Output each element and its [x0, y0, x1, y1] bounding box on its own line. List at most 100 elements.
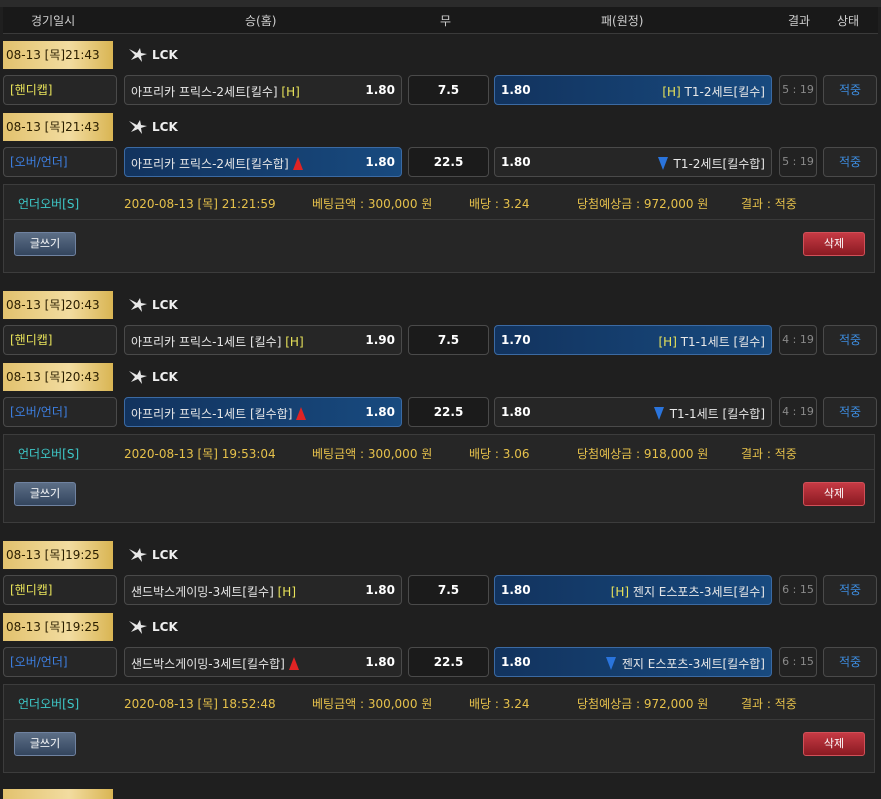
bet-summary: 언더오버[S] 2020-08-13 [목] 19:53:04 베팅금액 : 3… — [3, 434, 875, 523]
write-button[interactable]: 글쓰기 — [14, 482, 76, 506]
arrow-up-icon — [288, 657, 299, 670]
league-name: LCK — [152, 48, 178, 62]
bet-datetime: 2020-08-13 [목] 19:53:04 — [124, 447, 276, 461]
next-date-tag-partial — [3, 789, 113, 799]
league-name: LCK — [152, 370, 178, 384]
league-label: LCK — [128, 613, 178, 641]
league-name: LCK — [152, 298, 178, 312]
home-odds: 1.80 — [365, 655, 395, 669]
league-label: LCK — [128, 541, 178, 569]
bet-datetime: 2020-08-13 [목] 21:21:59 — [124, 197, 276, 211]
bet-amount: 베팅금액 : 300,000 원 — [312, 447, 433, 461]
away-odds: 1.80 — [501, 655, 531, 669]
delete-button[interactable]: 삭제 — [803, 232, 865, 256]
away-odds: 1.80 — [501, 583, 531, 597]
status-badge: 적중 — [823, 647, 877, 677]
away-pick[interactable]: 1.80 젠지 E스포츠-3세트[킬수합] — [494, 647, 772, 677]
home-pick[interactable]: 샌드박스게이밍-3세트[킬수합] 1.80 — [124, 647, 402, 677]
away-team-name: 젠지 E스포츠-3세트[킬수합] — [621, 657, 765, 671]
league-name: LCK — [152, 620, 178, 634]
draw-line[interactable]: 22.5 — [408, 397, 489, 427]
delete-button[interactable]: 삭제 — [803, 482, 865, 506]
status-badge: 적중 — [823, 147, 877, 177]
draw-line[interactable]: 7.5 — [408, 325, 489, 355]
draw-line[interactable]: 7.5 — [408, 575, 489, 605]
league-name: LCK — [152, 120, 178, 134]
arrow-down-icon — [653, 407, 664, 420]
home-odds: 1.80 — [365, 155, 395, 169]
score: 6 : 15 — [779, 647, 817, 677]
score: 5 : 19 — [779, 75, 817, 105]
arrow-down-icon — [605, 657, 616, 670]
delete-button[interactable]: 삭제 — [803, 732, 865, 756]
divider — [4, 469, 874, 470]
away-pick[interactable]: 1.80 T1-2세트[킬수합] — [494, 147, 772, 177]
home-odds: 1.80 — [365, 405, 395, 419]
match-date-tag: 08-13 [목]21:43 — [3, 41, 113, 69]
league-label: LCK — [128, 41, 178, 69]
bet-odds: 배당 : 3.24 — [469, 197, 530, 211]
bet-type-overunder: [오버/언더] — [3, 647, 117, 677]
draw-line[interactable]: 22.5 — [408, 647, 489, 677]
away-pick[interactable]: 1.80 T1-1세트 [킬수합] — [494, 397, 772, 427]
write-button[interactable]: 글쓰기 — [14, 232, 76, 256]
header-status: 상태 — [837, 14, 860, 28]
arrow-down-icon — [657, 157, 668, 170]
away-pick[interactable]: 1.80 [H] T1-2세트[킬수] — [494, 75, 772, 105]
league-label: LCK — [128, 291, 178, 319]
match-date-tag: 08-13 [목]20:43 — [3, 291, 113, 319]
score: 6 : 15 — [779, 575, 817, 605]
away-odds: 1.80 — [501, 405, 531, 419]
away-odds: 1.80 — [501, 155, 531, 169]
home-pick[interactable]: 아프리카 프릭스-2세트[킬수합] 1.80 — [124, 147, 402, 177]
home-odds: 1.80 — [365, 83, 395, 97]
table-header: 경기일시 승(홈) 무 패(원정) 결과 상태 — [3, 7, 878, 34]
header-away: 패(원정) — [601, 14, 644, 28]
bet-amount: 베팅금액 : 300,000 원 — [312, 197, 433, 211]
away-pick[interactable]: 1.70 [H] T1-1세트 [킬수] — [494, 325, 772, 355]
draw-line[interactable]: 22.5 — [408, 147, 489, 177]
header-home: 승(홈) — [245, 14, 277, 28]
expected-win: 당첨예상금 : 972,000 원 — [577, 197, 709, 211]
status-badge: 적중 — [823, 325, 877, 355]
expected-win: 당첨예상금 : 918,000 원 — [577, 447, 709, 461]
bet-kind: 언더오버[S] — [18, 697, 80, 711]
away-odds: 1.70 — [501, 333, 531, 347]
home-team-name: 샌드박스게이밍-3세트[킬수] — [131, 585, 274, 599]
away-pick[interactable]: 1.80 [H] 젠지 E스포츠-3세트[킬수] — [494, 575, 772, 605]
away-marker: [H] — [662, 85, 681, 99]
lol-logo-icon — [129, 620, 147, 634]
lol-logo-icon — [129, 120, 147, 134]
away-team-name: T1-1세트 [킬수] — [680, 335, 765, 349]
draw-line[interactable]: 7.5 — [408, 75, 489, 105]
home-pick[interactable]: 아프리카 프릭스-1세트 [킬수합] 1.80 — [124, 397, 402, 427]
home-team-name: 아프리카 프릭스-2세트[킬수] — [131, 85, 278, 99]
home-pick[interactable]: 아프리카 프릭스-2세트[킬수] [H] 1.80 — [124, 75, 402, 105]
score: 4 : 19 — [779, 325, 817, 355]
bet-result: 결과 : 적중 — [741, 447, 797, 461]
bet-summary: 언더오버[S] 2020-08-13 [목] 18:52:48 베팅금액 : 3… — [3, 684, 875, 773]
lol-logo-icon — [129, 370, 147, 384]
home-odds: 1.90 — [365, 333, 395, 347]
away-team-name: 젠지 E스포츠-3세트[킬수] — [632, 585, 765, 599]
lol-logo-icon — [129, 298, 147, 312]
expected-win: 당첨예상금 : 972,000 원 — [577, 697, 709, 711]
write-button[interactable]: 글쓰기 — [14, 732, 76, 756]
top-bar — [0, 0, 881, 7]
away-marker: [H] — [610, 585, 630, 599]
away-team-name: T1-2세트[킬수합] — [673, 157, 766, 171]
bet-type-handicap: [핸디캡] — [3, 325, 117, 355]
home-pick[interactable]: 아프리카 프릭스-1세트 [킬수] [H] 1.90 — [124, 325, 402, 355]
bet-odds: 배당 : 3.06 — [469, 447, 530, 461]
arrow-up-icon — [292, 157, 303, 170]
home-marker: [H] — [281, 85, 300, 99]
home-team-name: 아프리카 프릭스-2세트[킬수합] — [131, 157, 289, 171]
bet-kind: 언더오버[S] — [18, 197, 80, 211]
bet-datetime: 2020-08-13 [목] 18:52:48 — [124, 697, 276, 711]
home-pick[interactable]: 샌드박스게이밍-3세트[킬수] [H] 1.80 — [124, 575, 402, 605]
match-date-tag: 08-13 [목]19:25 — [3, 613, 113, 641]
away-odds: 1.80 — [501, 83, 531, 97]
bet-type-overunder: [오버/언더] — [3, 147, 117, 177]
status-badge: 적중 — [823, 397, 877, 427]
bet-type-handicap: [핸디캡] — [3, 575, 117, 605]
